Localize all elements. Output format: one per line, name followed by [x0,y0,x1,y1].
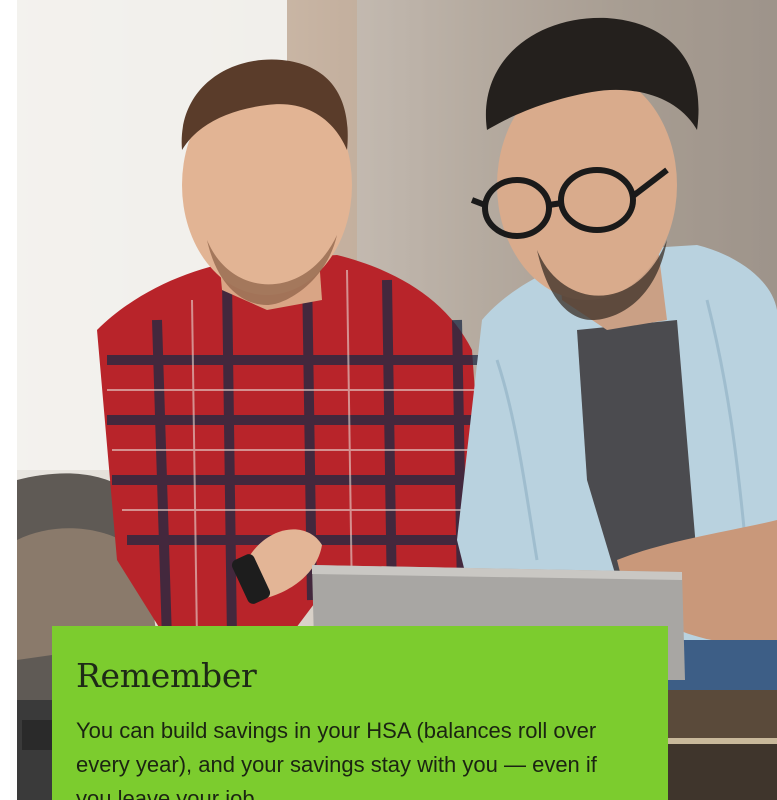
page: Remember You can build savings in your H… [0,0,777,800]
remember-callout: Remember You can build savings in your H… [52,626,668,800]
callout-body: You can build savings in your HSA (balan… [76,718,597,800]
callout-title: Remember [76,656,257,695]
